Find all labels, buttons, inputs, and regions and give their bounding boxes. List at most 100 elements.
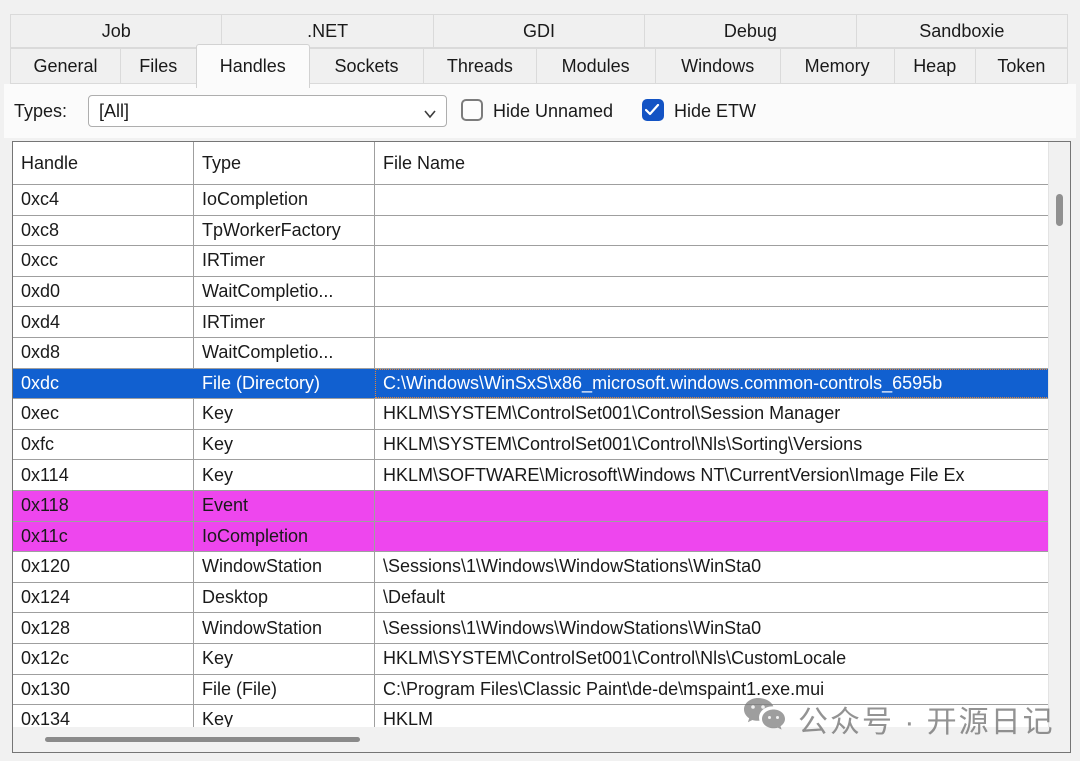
cell-file-name (375, 246, 1049, 276)
tab-files[interactable]: Files (120, 48, 197, 84)
tab-sockets[interactable]: Sockets (309, 48, 424, 84)
cell-type: Desktop (194, 583, 375, 613)
cell-handle: 0xc8 (13, 216, 194, 246)
cell-type: File (Directory) (194, 369, 375, 399)
cell-handle: 0xd8 (13, 338, 194, 368)
tab-windows[interactable]: Windows (655, 48, 781, 84)
column-header-handle[interactable]: Handle (13, 142, 194, 184)
column-header-filename[interactable]: File Name (375, 142, 1070, 184)
tab-job[interactable]: Job (10, 14, 222, 48)
hide-unnamed-checkbox[interactable] (461, 99, 483, 121)
table-row[interactable]: 0xc8TpWorkerFactory (13, 215, 1049, 246)
tab-memory[interactable]: Memory (780, 48, 895, 84)
cell-file-name (375, 216, 1049, 246)
cell-file-name: HKLM\SYSTEM\ControlSet001\Control\Sessio… (375, 399, 1049, 429)
cell-type: Key (194, 430, 375, 460)
cell-file-name: HKLM\SYSTEM\ControlSet001\Control\Nls\So… (375, 430, 1049, 460)
tab-general[interactable]: General (10, 48, 121, 84)
cell-type: WindowStation (194, 613, 375, 643)
cell-handle: 0x134 (13, 705, 194, 727)
tab-handles[interactable]: Handles (196, 44, 310, 88)
table-row[interactable]: 0xc4IoCompletion (13, 184, 1049, 215)
cell-type: WaitCompletio... (194, 277, 375, 307)
table-row[interactable]: 0xfcKeyHKLM\SYSTEM\ControlSet001\Control… (13, 429, 1049, 460)
table-row[interactable]: 0x11cIoCompletion (13, 521, 1049, 552)
table-row[interactable]: 0x118Event (13, 490, 1049, 521)
cell-type: Key (194, 705, 375, 727)
table-row[interactable]: 0x130File (File)C:\Program Files\Classic… (13, 674, 1049, 705)
cell-handle: 0xdc (13, 369, 194, 399)
hide-unnamed-label: Hide Unnamed (493, 84, 613, 138)
cell-handle: 0x130 (13, 675, 194, 705)
table-row[interactable]: 0x114KeyHKLM\SOFTWARE\Microsoft\Windows … (13, 459, 1049, 490)
cell-file-name: HKLM (375, 705, 1049, 727)
tab-net[interactable]: .NET (221, 14, 433, 48)
types-dropdown-value: [All] (99, 101, 129, 122)
vertical-scrollbar[interactable] (1048, 142, 1070, 728)
table-header: Handle Type File Name (13, 142, 1070, 184)
chevron-down-icon (423, 105, 437, 126)
table-row[interactable]: 0xecKeyHKLM\SYSTEM\ControlSet001\Control… (13, 398, 1049, 429)
cell-type: IoCompletion (194, 185, 375, 215)
table-row[interactable]: 0x124Desktop\Default (13, 582, 1049, 613)
cell-file-name: \Default (375, 583, 1049, 613)
cell-file-name: HKLM\SOFTWARE\Microsoft\Windows NT\Curre… (375, 460, 1049, 490)
tab-sandboxie[interactable]: Sandboxie (856, 14, 1068, 48)
cell-type: Key (194, 399, 375, 429)
cell-type: Key (194, 644, 375, 674)
table-body: 0xc4IoCompletion0xc8TpWorkerFactory0xccI… (13, 184, 1049, 727)
tab-strip-main: GeneralFilesHandlesSocketsThreadsModules… (10, 48, 1068, 84)
horizontal-scrollbar[interactable] (13, 727, 1049, 752)
cell-handle: 0x118 (13, 491, 194, 521)
tab-modules[interactable]: Modules (536, 48, 656, 84)
vertical-scrollbar-thumb[interactable] (1056, 194, 1063, 226)
tab-threads[interactable]: Threads (423, 48, 536, 84)
cell-file-name: \Sessions\1\Windows\WindowStations\WinSt… (375, 613, 1049, 643)
horizontal-scrollbar-thumb[interactable] (45, 737, 360, 742)
tab-heap[interactable]: Heap (894, 48, 976, 84)
cell-type: IRTimer (194, 246, 375, 276)
cell-type: File (File) (194, 675, 375, 705)
table-row[interactable]: 0xd8WaitCompletio... (13, 337, 1049, 368)
table-row[interactable]: 0xccIRTimer (13, 245, 1049, 276)
cell-type: Key (194, 460, 375, 490)
cell-handle: 0x124 (13, 583, 194, 613)
cell-file-name: HKLM\SYSTEM\ControlSet001\Control\Nls\Cu… (375, 644, 1049, 674)
column-header-type[interactable]: Type (194, 142, 375, 184)
cell-handle: 0x11c (13, 522, 194, 552)
table-row[interactable]: 0x134KeyHKLM (13, 704, 1049, 727)
cell-file-name: \Sessions\1\Windows\WindowStations\WinSt… (375, 552, 1049, 582)
cell-type: IoCompletion (194, 522, 375, 552)
cell-handle: 0xd0 (13, 277, 194, 307)
tab-gdi[interactable]: GDI (433, 14, 645, 48)
cell-file-name: C:\Windows\WinSxS\x86_microsoft.windows.… (375, 369, 1049, 399)
cell-handle: 0x128 (13, 613, 194, 643)
cell-handle: 0x12c (13, 644, 194, 674)
hide-etw-label: Hide ETW (674, 84, 756, 138)
cell-handle: 0xd4 (13, 307, 194, 337)
cell-handle: 0xc4 (13, 185, 194, 215)
tab-token[interactable]: Token (975, 48, 1068, 84)
cell-file-name (375, 491, 1049, 521)
handles-listview: Handle Type File Name 0xc4IoCompletion0x… (12, 141, 1071, 753)
types-dropdown[interactable]: [All] (88, 95, 447, 127)
table-row[interactable]: 0xd4IRTimer (13, 306, 1049, 337)
cell-type: WaitCompletio... (194, 338, 375, 368)
table-row[interactable]: 0x128WindowStation\Sessions\1\Windows\Wi… (13, 612, 1049, 643)
cell-handle: 0xec (13, 399, 194, 429)
cell-file-name (375, 338, 1049, 368)
hide-etw-checkbox[interactable] (642, 99, 664, 121)
cell-type: TpWorkerFactory (194, 216, 375, 246)
table-row[interactable]: 0xd0WaitCompletio... (13, 276, 1049, 307)
table-row[interactable]: 0xdcFile (Directory)C:\Windows\WinSxS\x8… (13, 368, 1049, 399)
tab-debug[interactable]: Debug (644, 14, 856, 48)
cell-type: Event (194, 491, 375, 521)
cell-file-name: C:\Program Files\Classic Paint\de-de\msp… (375, 675, 1049, 705)
table-row[interactable]: 0x120WindowStation\Sessions\1\Windows\Wi… (13, 551, 1049, 582)
cell-file-name (375, 185, 1049, 215)
cell-file-name (375, 522, 1049, 552)
cell-handle: 0x114 (13, 460, 194, 490)
cell-handle: 0xcc (13, 246, 194, 276)
table-row[interactable]: 0x12cKeyHKLM\SYSTEM\ControlSet001\Contro… (13, 643, 1049, 674)
cell-file-name (375, 277, 1049, 307)
